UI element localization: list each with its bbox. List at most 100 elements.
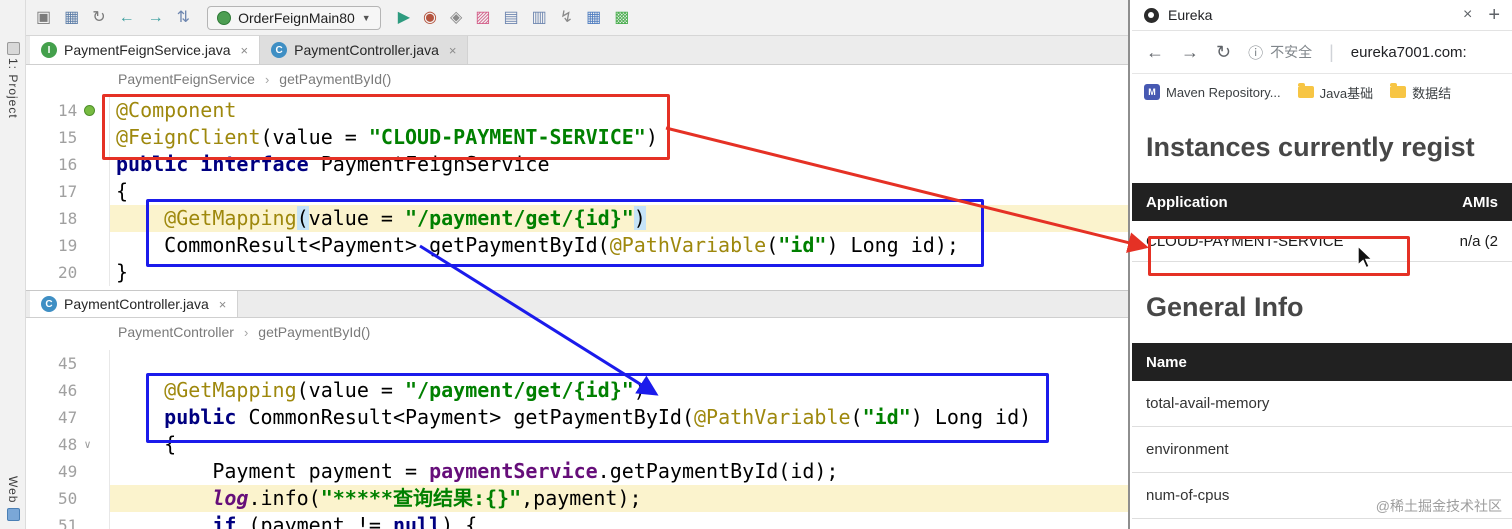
application-table-rows: CLOUD-PAYMENT-SERVICE n/a (2	[1132, 221, 1512, 262]
plugin-icon[interactable]: ▩	[614, 9, 629, 26]
code-line[interactable]: 19 CommonResult<Payment> getPaymentById(…	[26, 232, 1128, 259]
lightning-icon[interactable]: ↯	[560, 9, 573, 26]
gutter[interactable]: 48 ∨	[26, 431, 110, 458]
code-line[interactable]: 15 @FeignClient(value = "CLOUD-PAYMENT-SE…	[26, 124, 1128, 151]
breadcrumb-item[interactable]: PaymentFeignService	[118, 71, 255, 87]
gutter[interactable]: 16	[26, 151, 110, 178]
gutter[interactable]: 17	[26, 178, 110, 205]
code-line[interactable]: 49 Payment payment = paymentService.getP…	[26, 458, 1128, 485]
forward-icon[interactable]: →	[1181, 42, 1199, 63]
code-line[interactable]: 14 @Component	[26, 97, 1128, 124]
split-window-icon[interactable]: ▤	[503, 9, 518, 26]
bookmark-label: Maven Repository...	[1166, 84, 1281, 100]
code-line[interactable]: 20}	[26, 259, 1128, 286]
breadcrumb-item[interactable]: getPaymentById()	[258, 324, 370, 340]
code-text: @Component	[110, 97, 1128, 124]
ide-toolbar: ▣ ▦ ↻ ← → ⇅ OrderFeignMain80 ▼ ▶ ◉ ◈ ▨ ▤ ▥ ↯ ▦ ▩	[26, 0, 1128, 36]
new-tab-button[interactable]: +	[1482, 4, 1500, 27]
code-line[interactable]: 45	[26, 350, 1128, 377]
project-tool-button[interactable]: 1: Project	[6, 58, 20, 119]
spring-bean-gutter-icon[interactable]	[84, 105, 96, 116]
grid-window-icon[interactable]: ▦	[586, 9, 601, 26]
editor-tab[interactable]: I PaymentFeignService.java ×	[30, 36, 261, 64]
layout-icon[interactable]: ▥	[532, 9, 547, 26]
gutter[interactable]: 47	[26, 404, 110, 431]
code-line[interactable]: 50 log.info("*****查询结果:{}",payment);	[26, 485, 1128, 512]
code-editor-top[interactable]: 14 @Component 15 @FeignClient(value = "CLOU…	[26, 93, 1128, 290]
browser-tab[interactable]: Eureka ×	[1144, 6, 1472, 24]
code-line[interactable]: 47 public CommonResult<Payment> getPayme…	[26, 404, 1128, 431]
bookmark-label: 数据结	[1412, 85, 1452, 101]
interface-file-icon: I	[41, 42, 57, 58]
save-all-icon[interactable]: ▦	[64, 9, 79, 26]
application-name[interactable]: CLOUD-PAYMENT-SERVICE	[1146, 233, 1344, 250]
ide-window-icon[interactable]: ▣	[36, 9, 51, 26]
folder-icon	[1390, 83, 1407, 98]
coverage-icon[interactable]: ◈	[450, 9, 462, 26]
tab-close-icon[interactable]: ×	[241, 43, 249, 58]
tab-close-icon[interactable]: ×	[449, 43, 457, 58]
code-line[interactable]: 48 ∨ {	[26, 431, 1128, 458]
code-token: @Component	[116, 98, 237, 122]
gutter[interactable]: 46	[26, 377, 110, 404]
code-line[interactable]: 16 public interface PaymentFeignService	[26, 151, 1128, 178]
breadcrumb-item[interactable]: PaymentController	[118, 324, 234, 340]
code-token: paymentService	[429, 459, 598, 483]
sort-lines-icon[interactable]: ⇅	[177, 9, 190, 26]
bookmark-item[interactable]: 数据结	[1390, 83, 1451, 102]
project-tool-icon[interactable]	[7, 42, 20, 55]
code-line[interactable]: 17 {	[26, 178, 1128, 205]
breadcrumb-item[interactable]: getPaymentById()	[279, 71, 391, 87]
gutter[interactable]: 14	[26, 97, 110, 124]
tab-close-icon[interactable]: ×	[219, 297, 227, 312]
code-token: CommonResult<Payment> getPaymentById(	[248, 405, 694, 429]
gutter[interactable]: 15	[26, 124, 110, 151]
tab-close-icon[interactable]: ×	[1463, 6, 1472, 24]
gutter[interactable]: 50	[26, 485, 110, 512]
gutter[interactable]: 49	[26, 458, 110, 485]
site-security-indicator[interactable]: ⓘ 不安全	[1248, 42, 1312, 63]
line-number: 45	[58, 354, 78, 373]
nav-back-icon[interactable]: ←	[119, 9, 135, 26]
code-line[interactable]: 51 if (payment != null) {	[26, 512, 1128, 529]
run-icon[interactable]: ▶	[398, 9, 410, 26]
run-configuration-select[interactable]: OrderFeignMain80 ▼	[207, 5, 381, 30]
code-line[interactable]: 46 @GetMapping(value = "/payment/get/{id…	[26, 377, 1128, 404]
eureka-page: Instances currently regist Application A…	[1132, 132, 1512, 519]
code-token: @GetMapping	[164, 378, 297, 402]
debug-bug-icon[interactable]: ◉	[423, 9, 437, 26]
code-token: "id"	[862, 405, 911, 429]
line-number: 46	[58, 381, 78, 400]
address-url[interactable]: eureka7001.com:	[1351, 44, 1467, 61]
code-text: {	[110, 178, 1128, 205]
editor-tabbar-top: I PaymentFeignService.java × C PaymentContro…	[26, 36, 1128, 65]
web-tool-icon[interactable]	[7, 508, 20, 521]
class-file-icon: C	[41, 296, 57, 312]
sync-icon[interactable]: ↻	[92, 9, 105, 26]
web-tool-button[interactable]: Web	[6, 476, 20, 503]
reload-icon[interactable]: ↻	[1216, 42, 1231, 63]
info-row: environment	[1132, 427, 1512, 473]
info-icon: ⓘ	[1248, 44, 1264, 62]
line-number: 48	[58, 435, 78, 454]
code-line[interactable]: 18 @GetMapping(value = "/payment/get/{id…	[26, 205, 1128, 232]
editor-tab[interactable]: C PaymentController.java ×	[260, 36, 469, 64]
line-number: 16	[58, 155, 78, 174]
gutter[interactable]: 19	[26, 232, 110, 259]
profiler-icon[interactable]: ▨	[475, 9, 490, 26]
code-token: (	[296, 206, 309, 230]
gutter[interactable]: 45	[26, 350, 110, 377]
gutter[interactable]: 20	[26, 259, 110, 286]
bookmark-item[interactable]: M Maven Repository...	[1144, 84, 1281, 100]
bookmark-item[interactable]: Java基础	[1297, 83, 1373, 102]
code-text: if (payment != null) {	[110, 512, 1128, 529]
editor-tab[interactable]: C PaymentController.java ×	[30, 291, 239, 317]
fold-icon[interactable]: ∨	[84, 431, 91, 458]
gutter[interactable]: 51	[26, 512, 110, 529]
nav-forward-icon[interactable]: →	[148, 9, 164, 26]
browser-window: Eureka × + ← → ↻ ⓘ 不安全 | eureka7001.com:…	[1132, 0, 1512, 529]
gutter[interactable]: 18	[26, 205, 110, 232]
code-editor-bottom[interactable]: 45 46 @GetMapping(value = "/payment/get/{…	[26, 346, 1128, 529]
back-icon[interactable]: ←	[1146, 42, 1164, 63]
url-separator: |	[1329, 41, 1334, 62]
